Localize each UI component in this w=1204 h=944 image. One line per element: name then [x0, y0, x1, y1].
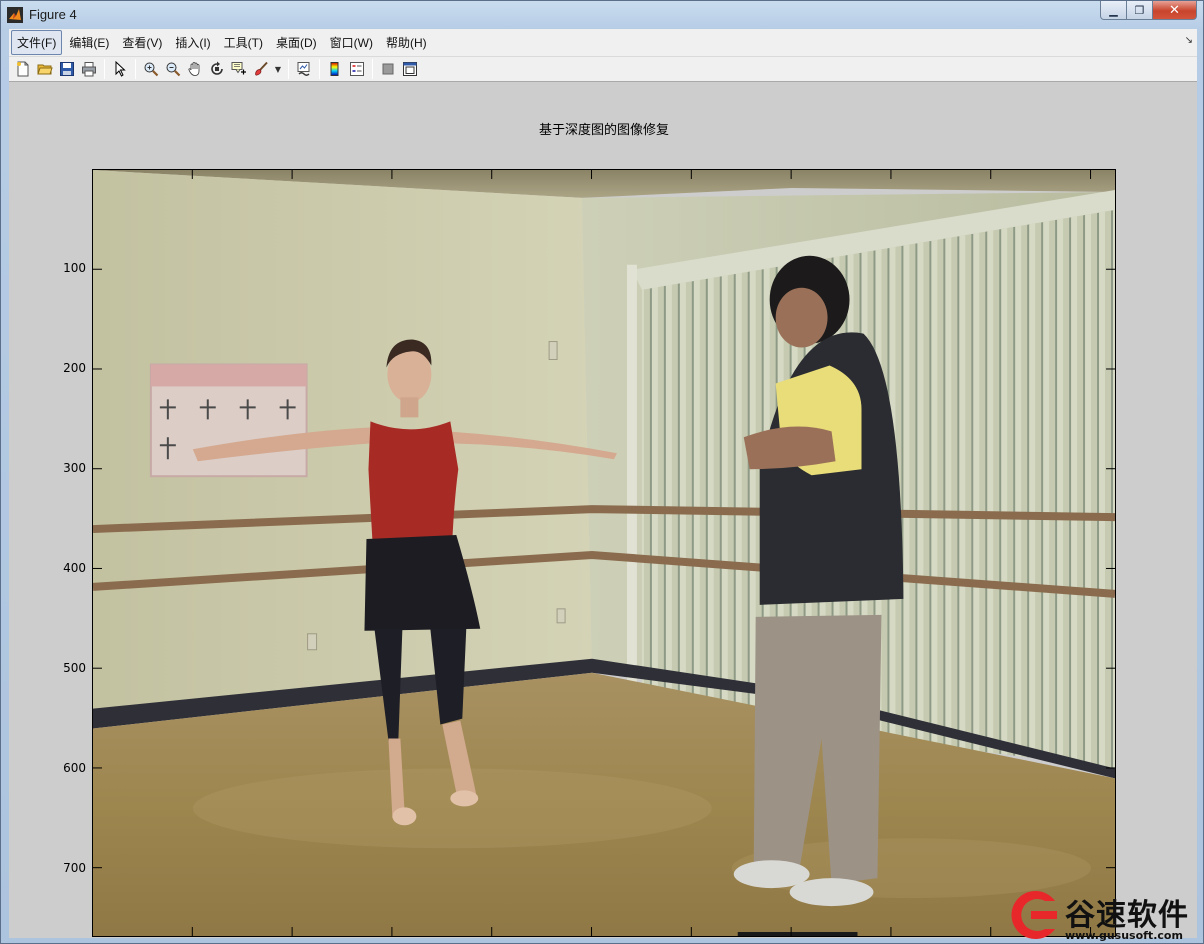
title-bar[interactable]: Figure 4 ▁ ❐ ✕ — [1, 1, 1203, 28]
y-tick-label: 600 — [63, 760, 86, 775]
data-cursor-icon[interactable] — [228, 58, 250, 80]
open-folder-icon[interactable] — [34, 58, 56, 80]
legend-icon[interactable] — [346, 58, 368, 80]
brush-icon[interactable] — [250, 58, 272, 80]
minimize-icon: ▁ — [1109, 3, 1118, 17]
new-file-icon[interactable] — [12, 58, 34, 80]
toolbar-separator — [319, 59, 320, 79]
menu-insert[interactable]: 插入(I) — [169, 30, 216, 55]
y-tick-label: 500 — [63, 660, 86, 675]
close-icon: ✕ — [1169, 2, 1180, 18]
close-button[interactable]: ✕ — [1153, 1, 1197, 20]
figure-toolbar: ▼ — [9, 56, 1197, 82]
watermark-url: www.gususoft.com — [1065, 929, 1183, 942]
menu-tools[interactable]: 工具(T) — [218, 30, 269, 55]
pan-hand-icon[interactable] — [184, 58, 206, 80]
figure-window: Figure 4 ▁ ❐ ✕ 文件(F) 编辑(E) 查看(V) 插入(I) 工… — [0, 0, 1204, 944]
figure-canvas[interactable]: 基于深度图的图像修复 100 200 300 400 500 600 700 — [9, 83, 1197, 938]
pointer-icon[interactable] — [109, 58, 131, 80]
menu-file[interactable]: 文件(F) — [11, 30, 63, 55]
y-tick-label: 200 — [63, 360, 86, 375]
menu-help[interactable]: 帮助(H) — [380, 30, 433, 55]
gususoft-logo-icon — [1011, 891, 1057, 939]
rotate-3d-icon[interactable] — [206, 58, 228, 80]
plot-title: 基于深度图的图像修复 — [538, 123, 669, 138]
save-icon[interactable] — [56, 58, 78, 80]
hide-plot-tools-icon[interactable] — [377, 58, 399, 80]
menu-edit[interactable]: 编辑(E) — [63, 30, 115, 55]
window-controls: ▁ ❐ ✕ — [1100, 1, 1197, 20]
toolbar-separator — [104, 59, 105, 79]
menu-view[interactable]: 查看(V) — [116, 30, 168, 55]
brush-dropdown-icon[interactable]: ▼ — [272, 58, 284, 80]
print-icon[interactable] — [78, 58, 100, 80]
toolbar-separator — [288, 59, 289, 79]
dock-arrow-icon[interactable]: ↘ — [1185, 35, 1193, 46]
y-tick-label: 300 — [63, 460, 86, 475]
show-plot-tools-icon[interactable] — [399, 58, 421, 80]
window-title: Figure 4 — [29, 7, 77, 22]
matlab-icon — [7, 6, 23, 23]
y-tick-label: 100 — [63, 260, 86, 275]
menu-window[interactable]: 窗口(W) — [324, 30, 379, 55]
axis-ticks — [93, 170, 1115, 936]
maximize-icon: ❐ — [1134, 3, 1145, 17]
watermark: 谷速软件 www.gususoft.com — [1007, 887, 1203, 943]
menu-desktop[interactable]: 桌面(D) — [270, 30, 323, 55]
y-tick-label: 700 — [63, 860, 86, 875]
menu-bar: 文件(F) 编辑(E) 查看(V) 插入(I) 工具(T) 桌面(D) 窗口(W… — [9, 29, 1197, 56]
watermark-text: 谷速软件 — [1065, 898, 1189, 933]
link-plot-icon[interactable] — [293, 58, 315, 80]
maximize-button[interactable]: ❐ — [1127, 1, 1153, 20]
colorbar-icon[interactable] — [324, 58, 346, 80]
image-axes[interactable] — [92, 169, 1116, 937]
toolbar-separator — [372, 59, 373, 79]
figure-client-area: 文件(F) 编辑(E) 查看(V) 插入(I) 工具(T) 桌面(D) 窗口(W… — [9, 29, 1197, 938]
zoom-out-icon[interactable] — [162, 58, 184, 80]
toolbar-separator — [135, 59, 136, 79]
y-tick-label: 400 — [63, 560, 86, 575]
zoom-in-icon[interactable] — [140, 58, 162, 80]
minimize-button[interactable]: ▁ — [1100, 1, 1127, 20]
